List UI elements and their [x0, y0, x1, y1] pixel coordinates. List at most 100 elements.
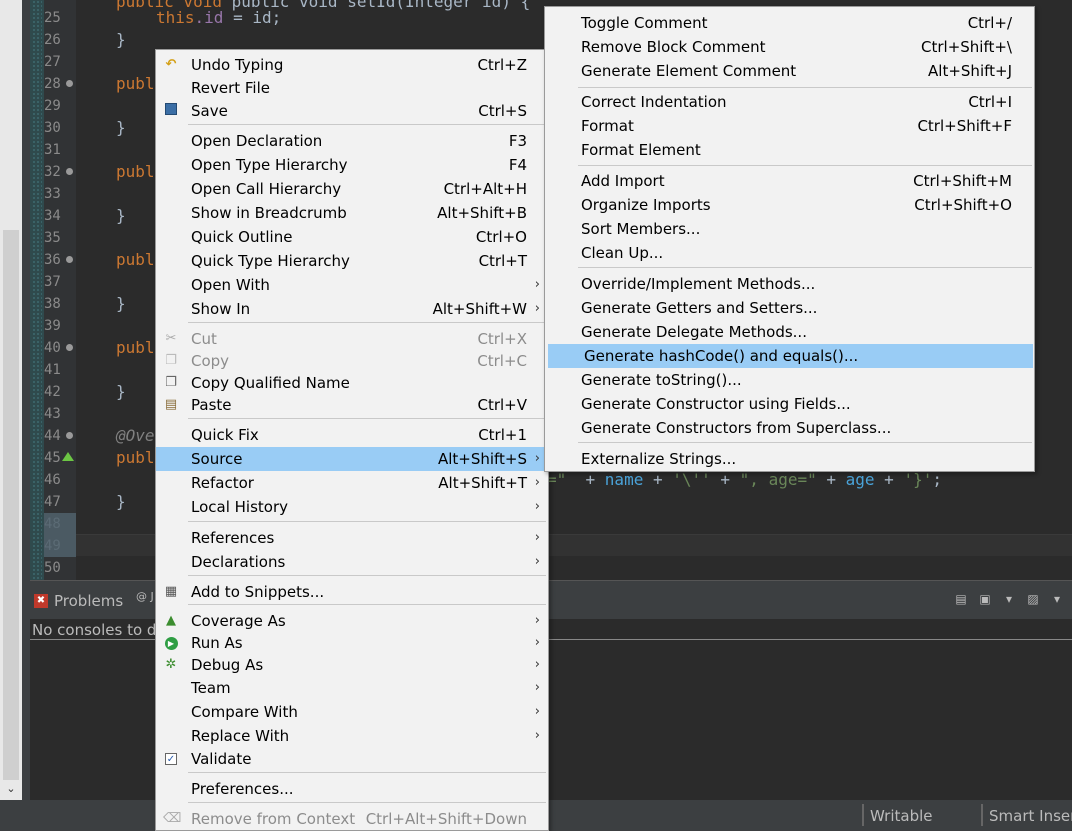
- menu-item-label: Organize Imports: [581, 196, 711, 214]
- tab-problems[interactable]: ✖ Problems: [34, 590, 123, 612]
- menu-item-format-element[interactable]: Format Element: [545, 138, 1034, 162]
- menu-item-add-to-snippets[interactable]: ▦ Add to Snippets...: [156, 580, 548, 604]
- menu-item-open-type-hierarchy[interactable]: Open Type Hierarchy F4: [156, 153, 548, 177]
- status-insert-mode[interactable]: Smart Inser: [989, 807, 1072, 825]
- menu-item-generate-getters-and-setters[interactable]: Generate Getters and Setters...: [545, 296, 1034, 320]
- menu-item-refactor[interactable]: Refactor Alt+Shift+T ›: [156, 471, 548, 495]
- menu-item-declarations[interactable]: Declarations ›: [156, 550, 548, 574]
- menu-item-preferences[interactable]: Preferences...: [156, 777, 548, 801]
- menu-item-generate-hashcode-and-equals[interactable]: Generate hashCode() and equals()...: [548, 344, 1033, 368]
- menu-separator: [578, 87, 1032, 88]
- menu-item-shortcut: Ctrl+Shift+O: [914, 196, 1012, 214]
- menu-item-sort-members[interactable]: Sort Members...: [545, 217, 1034, 241]
- menu-item-label: Coverage As: [191, 612, 286, 630]
- menu-item-open-call-hierarchy[interactable]: Open Call Hierarchy Ctrl+Alt+H: [156, 177, 548, 201]
- menu-item-references[interactable]: References ›: [156, 526, 548, 550]
- remove-context-icon: ⌫: [163, 811, 182, 826]
- menu-item-label: Generate Element Comment: [581, 62, 797, 80]
- left-divider: [22, 0, 30, 800]
- menu-item-externalize-strings[interactable]: Externalize Strings...: [545, 447, 1034, 471]
- override-marker-icon[interactable]: [62, 452, 74, 461]
- menu-item-source[interactable]: Source Alt+Shift+S ›: [156, 447, 548, 471]
- menu-item-generate-tostring[interactable]: Generate toString()...: [545, 368, 1034, 392]
- pin-console-icon[interactable]: ▤: [952, 591, 970, 607]
- menu-item-debug-as[interactable]: ✲ Debug As ›: [156, 653, 548, 677]
- menu-item-replace-with[interactable]: Replace With ›: [156, 724, 548, 748]
- menu-item-shortcut: Ctrl+1: [478, 426, 527, 444]
- menu-item-label: Generate Getters and Setters...: [581, 299, 818, 317]
- menu-item-validate[interactable]: ✓ Validate: [156, 747, 548, 771]
- menu-item-compare-with[interactable]: Compare With ›: [156, 700, 548, 724]
- submenu-arrow-icon: ›: [534, 657, 540, 672]
- menu-item-organize-imports[interactable]: Organize Imports Ctrl+Shift+O: [545, 193, 1034, 217]
- menu-separator: [188, 124, 546, 125]
- menu-item-cut[interactable]: ✂ Cut Ctrl+X: [156, 327, 548, 351]
- menu-item-label: Quick Outline: [191, 228, 293, 246]
- menu-item-show-in[interactable]: Show In Alt+Shift+W ›: [156, 297, 548, 321]
- menu-item-correct-indentation[interactable]: Correct Indentation Ctrl+I: [545, 90, 1034, 114]
- problems-icon: ✖: [34, 594, 48, 608]
- menu-item-paste[interactable]: ▤ Paste Ctrl+V: [156, 393, 548, 417]
- menu-item-copy[interactable]: ❐ Copy Ctrl+C: [156, 349, 548, 373]
- menu-item-label: Revert File: [191, 79, 270, 97]
- menu-item-remove-block-comment[interactable]: Remove Block Comment Ctrl+Shift+\: [545, 35, 1034, 59]
- menu-item-team[interactable]: Team ›: [156, 676, 548, 700]
- menu-item-generate-delegate-methods[interactable]: Generate Delegate Methods...: [545, 320, 1034, 344]
- menu-item-open-with[interactable]: Open With ›: [156, 273, 548, 297]
- menu-item-generate-constructor-using-fields[interactable]: Generate Constructor using Fields...: [545, 392, 1034, 416]
- menu-item-quick-outline[interactable]: Quick Outline Ctrl+O: [156, 225, 548, 249]
- menu-item-coverage-as[interactable]: ▲ Coverage As ›: [156, 609, 548, 633]
- menu-item-shortcut: Alt+Shift+B: [437, 204, 527, 222]
- menu-item-label: Quick Type Hierarchy: [191, 252, 350, 270]
- save-icon: [163, 103, 179, 119]
- menu-item-toggle-comment[interactable]: Toggle Comment Ctrl+/: [545, 11, 1034, 35]
- menu-item-add-import[interactable]: Add Import Ctrl+Shift+M: [545, 169, 1034, 193]
- code-line: this.id = id;: [156, 8, 282, 27]
- menu-item-copy-qualified-name[interactable]: ❐ Copy Qualified Name: [156, 371, 548, 395]
- tab-javadoc[interactable]: @ J: [136, 590, 154, 603]
- fold-toggle-icon[interactable]: [66, 344, 73, 351]
- display-console-icon[interactable]: ▣: [976, 591, 994, 607]
- scroll-down-icon[interactable]: ⌄: [3, 780, 19, 798]
- source-submenu: Toggle Comment Ctrl+/ Remove Block Comment…: [544, 6, 1035, 472]
- menu-item-open-declaration[interactable]: Open Declaration F3: [156, 129, 548, 153]
- fold-toggle-icon[interactable]: [66, 256, 73, 263]
- menu-item-label: Validate: [191, 750, 252, 768]
- menu-separator: [188, 575, 546, 576]
- open-console-icon[interactable]: ▨: [1024, 591, 1042, 607]
- fold-toggle-icon[interactable]: [66, 168, 73, 175]
- menu-item-label: Correct Indentation: [581, 93, 727, 111]
- code-line: }: [116, 294, 126, 313]
- menu-item-generate-element-comment[interactable]: Generate Element Comment Alt+Shift+J: [545, 59, 1034, 83]
- menu-item-clean-up[interactable]: Clean Up...: [545, 241, 1034, 265]
- code-line: publ: [116, 162, 155, 181]
- menu-item-revert-file[interactable]: Revert File: [156, 76, 548, 100]
- menu-item-shortcut: Ctrl+Z: [477, 56, 527, 74]
- menu-item-run-as[interactable]: ▶ Run As ›: [156, 631, 548, 655]
- menu-item-format[interactable]: Format Ctrl+Shift+F: [545, 114, 1034, 138]
- outer-scrollbar-thumb[interactable]: [3, 230, 19, 780]
- panel-toolbar: ▤ ▣ ▾ ▨ ▾: [952, 591, 1066, 607]
- menu-item-show-in-breadcrumb[interactable]: Show in Breadcrumb Alt+Shift+B: [156, 201, 548, 225]
- line-number: 39: [44, 318, 61, 334]
- menu-item-shortcut: Ctrl+Shift+F: [917, 117, 1012, 135]
- dropdown-icon[interactable]: ▾: [1000, 591, 1018, 607]
- code-line: publ: [116, 250, 155, 269]
- console-message: No consoles to d: [32, 621, 157, 639]
- copy-icon: ❐: [165, 353, 177, 368]
- menu-item-generate-constructors-from-superclass[interactable]: Generate Constructors from Superclass...: [545, 416, 1034, 440]
- menu-item-undo-typing[interactable]: ↶ Undo Typing Ctrl+Z: [156, 53, 548, 77]
- menu-item-label: Replace With: [191, 727, 290, 745]
- menu-item-label: Generate Constructor using Fields...: [581, 395, 851, 413]
- fold-toggle-icon[interactable]: [66, 80, 73, 87]
- menu-item-save[interactable]: Save Ctrl+S: [156, 99, 548, 123]
- menu-item-local-history[interactable]: Local History ›: [156, 495, 548, 519]
- menu-item-remove-from-context[interactable]: ⌫ Remove from Context Ctrl+Alt+Shift+Down: [156, 807, 548, 831]
- outer-scrollbar[interactable]: ⌄: [0, 0, 22, 800]
- fold-toggle-icon[interactable]: [66, 432, 73, 439]
- view-menu-icon[interactable]: ▾: [1048, 591, 1066, 607]
- menu-item-quick-fix[interactable]: Quick Fix Ctrl+1: [156, 423, 548, 447]
- menu-item-quick-type-hierarchy[interactable]: Quick Type Hierarchy Ctrl+T: [156, 249, 548, 273]
- menu-item-override-implement-methods[interactable]: Override/Implement Methods...: [545, 272, 1034, 296]
- menu-item-label: References: [191, 529, 275, 547]
